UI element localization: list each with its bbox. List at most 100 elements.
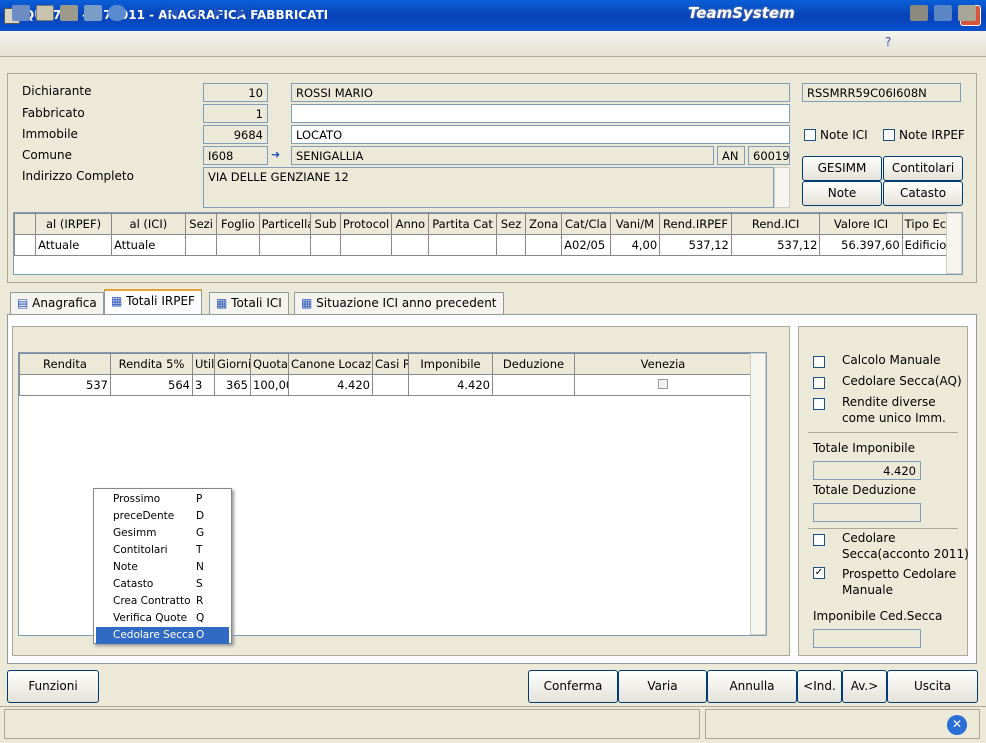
column-header[interactable]: Particella: [258, 213, 312, 235]
varia-button[interactable]: Varia: [618, 670, 707, 703]
immobile-desc-field[interactable]: LOCATO: [291, 125, 790, 144]
prev-record-icon[interactable]: ◀: [190, 5, 199, 19]
folder-icon[interactable]: [60, 5, 78, 21]
row-selector[interactable]: [14, 234, 37, 256]
table-cell[interactable]: 100,00: [250, 374, 289, 396]
irpef-grid-scrollbar[interactable]: [750, 353, 766, 635]
edit-icon[interactable]: [958, 5, 976, 21]
totale-deduzione-field[interactable]: [813, 503, 921, 522]
column-header[interactable]: Rendita: [19, 353, 111, 375]
column-header[interactable]: Tipo Ec: [901, 213, 947, 235]
context-menu-item[interactable]: Catasto S: [96, 576, 229, 593]
column-header[interactable]: Rend.IRPEF: [659, 213, 732, 235]
table-cell[interactable]: [184, 234, 218, 256]
prospetto-cedolare-checkbox[interactable]: ✓: [813, 567, 825, 579]
table-cell[interactable]: [495, 234, 527, 256]
context-menu-item[interactable]: Note N: [96, 559, 229, 576]
table-row[interactable]: Attuale Attuale A02/05 4,00 537,12 537,12 56.3…: [14, 234, 962, 256]
table-cell[interactable]: [391, 234, 430, 256]
gesimm-button[interactable]: GESIMM: [802, 156, 882, 181]
venezia-cell[interactable]: [574, 374, 752, 396]
column-header[interactable]: Sez: [495, 213, 527, 235]
immobile-code-field[interactable]: 9684: [203, 125, 268, 144]
context-menu-item[interactable]: Gesimm G: [96, 525, 229, 542]
tab-anagrafica[interactable]: ▤ Anagrafica: [10, 292, 104, 314]
column-header[interactable]: Vani/M: [609, 213, 661, 235]
comune-code-field[interactable]: I608: [203, 146, 268, 165]
table-cell[interactable]: [258, 234, 312, 256]
table-cell[interactable]: 56.397,60: [819, 234, 903, 256]
context-menu-item[interactable]: Cedolare Secca O: [96, 627, 229, 644]
fabbricati-grid[interactable]: al (IRPEF) al (ICI) Sezi Foglio Particella Su…: [13, 212, 963, 275]
column-header[interactable]: Rendita 5%: [110, 353, 193, 375]
table-cell[interactable]: Attuale: [35, 234, 112, 256]
column-header[interactable]: Cat/Cla: [561, 213, 611, 235]
table-cell[interactable]: 4.420: [408, 374, 493, 396]
column-header[interactable]: Canone Locazi: [288, 353, 373, 375]
users-icon[interactable]: [934, 5, 952, 21]
column-header[interactable]: Util: [192, 353, 215, 375]
column-header[interactable]: Anno: [391, 213, 430, 235]
table-cell[interactable]: [216, 234, 260, 256]
fabbricato-desc-field[interactable]: [291, 104, 790, 123]
close-circle-icon[interactable]: ✕: [947, 715, 967, 735]
uscita-button[interactable]: Uscita: [887, 670, 978, 703]
fabbricato-field[interactable]: 1: [203, 104, 268, 123]
context-menu-item[interactable]: Contitolari T: [96, 542, 229, 559]
table-row[interactable]: 5375643365100,004.4204.420: [19, 374, 752, 396]
table-cell[interactable]: 4,00: [609, 234, 661, 256]
cedolare-aq-checkbox[interactable]: [813, 377, 825, 389]
catasto-button[interactable]: Catasto: [883, 181, 963, 206]
cap-field[interactable]: 60019: [748, 146, 790, 165]
calcolo-manuale-checkbox[interactable]: [813, 356, 825, 368]
table-cell[interactable]: 537,12: [730, 234, 821, 256]
dichiarante-code-field[interactable]: 10: [203, 83, 268, 102]
context-menu-item[interactable]: Verifica Quote Q: [96, 610, 229, 627]
column-header[interactable]: Deduzione: [492, 353, 575, 375]
note-irpef-checkbox[interactable]: [883, 129, 895, 141]
note-button[interactable]: Note: [802, 181, 882, 206]
print-icon[interactable]: [36, 5, 54, 21]
first-record-icon[interactable]: |◀: [165, 5, 178, 19]
column-header[interactable]: Rend.ICI: [730, 213, 821, 235]
calculator-icon[interactable]: [910, 5, 928, 21]
table-cell[interactable]: 537: [19, 374, 111, 396]
imponibile-ced-field[interactable]: [813, 629, 921, 648]
save-icon[interactable]: [84, 5, 102, 21]
funzioni-button[interactable]: Funzioni: [7, 670, 99, 703]
table-cell[interactable]: [525, 234, 563, 256]
context-menu-item[interactable]: preceDente D: [96, 508, 229, 525]
column-header[interactable]: Casi P: [372, 353, 409, 375]
totale-imponibile-field[interactable]: 4.420: [813, 461, 921, 480]
provincia-field[interactable]: AN: [717, 146, 745, 165]
cedolare-2011-checkbox[interactable]: [813, 534, 825, 546]
column-header[interactable]: Sezi: [184, 213, 218, 235]
comune-name-field[interactable]: SENIGALLIA: [291, 146, 714, 165]
column-header[interactable]: al (IRPEF): [35, 213, 112, 235]
context-menu-item[interactable]: Crea Contratto R: [96, 593, 229, 610]
new-record-icon[interactable]: [12, 5, 30, 21]
table-cell[interactable]: 3: [192, 374, 215, 396]
annulla-button[interactable]: Annulla: [707, 670, 797, 703]
context-menu-item[interactable]: Prossimo P: [96, 491, 229, 508]
tab-totali-irpef[interactable]: ▦ Totali IRPEF: [104, 289, 202, 315]
conferma-button[interactable]: Conferma: [528, 670, 618, 703]
column-header[interactable]: Zona: [525, 213, 563, 235]
venezia-checkbox[interactable]: [658, 379, 668, 389]
help-icon[interactable]: ?: [885, 35, 891, 49]
column-header[interactable]: Sub: [310, 213, 341, 235]
table-cell[interactable]: [428, 234, 497, 256]
table-cell[interactable]: [372, 374, 409, 396]
rendite-diverse-checkbox[interactable]: [813, 398, 825, 410]
last-record-icon[interactable]: ▶|: [237, 5, 250, 19]
next-index-button[interactable]: Av.>: [842, 670, 887, 703]
column-header[interactable]: Protocol: [339, 213, 393, 235]
indirizzo-field[interactable]: VIA DELLE GENZIANE 12: [203, 167, 774, 208]
table-cell[interactable]: 537,12: [659, 234, 732, 256]
prev-index-button[interactable]: <Ind.: [797, 670, 842, 703]
table-cell[interactable]: A02/05: [561, 234, 611, 256]
globe-icon[interactable]: [108, 5, 126, 21]
grid-vertical-scrollbar[interactable]: [946, 213, 962, 274]
column-header[interactable]: al (ICI): [110, 213, 186, 235]
codice-fiscale-field[interactable]: RSSMRR59C06I608N: [802, 83, 961, 102]
